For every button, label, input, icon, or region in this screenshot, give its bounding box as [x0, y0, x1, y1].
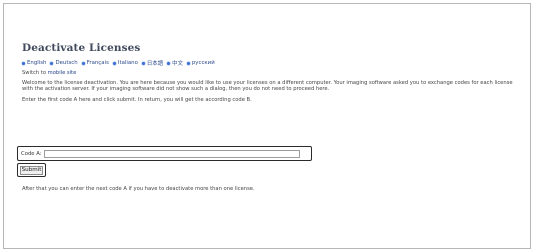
- bullet-icon: [81, 61, 85, 65]
- after-text: After that you can enter the next code A…: [22, 186, 255, 192]
- submit-wrap: Submit: [17, 163, 46, 177]
- page-frame: [3, 3, 531, 249]
- deactivation-form: Code A: Submit: [17, 146, 312, 177]
- language-label: Deutsch: [55, 60, 78, 66]
- bullet-icon: [167, 61, 171, 65]
- intro-text: Welcome to the license deactivation. You…: [22, 79, 513, 93]
- bullet-icon: [186, 61, 190, 65]
- switch-prefix: Switch to: [22, 70, 48, 76]
- mobile-site-link[interactable]: mobile site: [48, 70, 77, 76]
- submit-button[interactable]: Submit: [20, 165, 43, 175]
- language-label: Italiano: [117, 60, 138, 66]
- main-content: Deactivate Licenses English Deutsch Fran…: [22, 42, 522, 103]
- language-item-italiano[interactable]: Italiano: [112, 60, 138, 66]
- language-label: English: [27, 60, 47, 66]
- language-item-russian[interactable]: русский: [186, 60, 215, 66]
- bullet-icon: [50, 61, 54, 65]
- page-title: Deactivate Licenses: [22, 42, 141, 54]
- bullet-icon: [141, 61, 145, 65]
- bullet-icon: [22, 61, 25, 65]
- language-item-francais[interactable]: Français: [81, 60, 109, 66]
- language-label: 日本語: [146, 61, 164, 67]
- code-a-label: Code A:: [21, 150, 42, 157]
- language-item-chinese[interactable]: 中文: [167, 59, 183, 67]
- language-item-japanese[interactable]: 日本語: [141, 59, 164, 67]
- language-list: English Deutsch Français Italiano 日本語 中文…: [22, 59, 522, 67]
- language-item-english[interactable]: English: [22, 60, 46, 66]
- language-label: 中文: [172, 61, 183, 67]
- code-a-input[interactable]: [43, 149, 300, 158]
- bullet-icon: [112, 61, 116, 65]
- language-item-deutsch[interactable]: Deutsch: [50, 60, 78, 66]
- language-label: Français: [86, 60, 109, 66]
- language-label: русский: [191, 60, 215, 66]
- code-a-row: Code A:: [17, 146, 312, 161]
- instruction-text: Enter the first code A here and click su…: [22, 96, 252, 103]
- switch-site-text: Switch to mobile site: [22, 70, 522, 77]
